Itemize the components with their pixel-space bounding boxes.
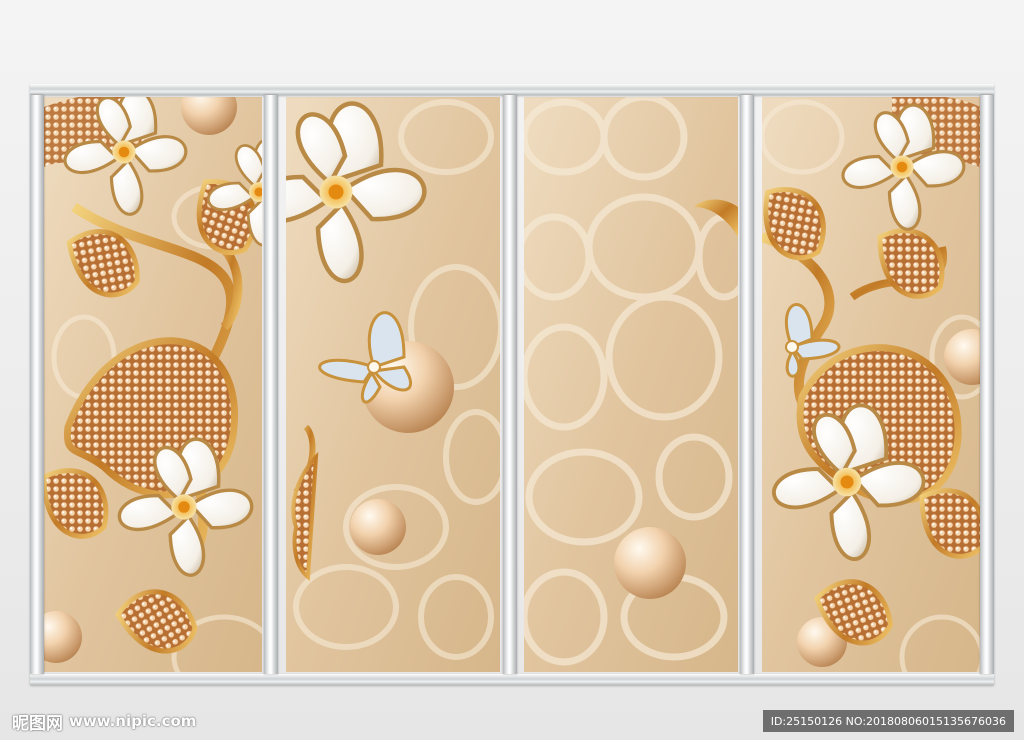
watermark-brand: 昵图网 bbox=[12, 713, 63, 734]
frame-post-4 bbox=[740, 95, 754, 674]
watermark-logo: 昵图网 www.nipic.com bbox=[12, 710, 197, 734]
frame-rail-top bbox=[30, 84, 994, 95]
frame-post-1 bbox=[30, 95, 44, 674]
frame-rail-bottom bbox=[30, 674, 994, 685]
wall-panel-3 bbox=[524, 97, 738, 672]
watermark-site: www.nipic.com bbox=[69, 712, 197, 730]
wall-panel-1 bbox=[44, 97, 262, 672]
frame-post-2 bbox=[264, 95, 278, 674]
frame-post-5 bbox=[980, 95, 994, 674]
image-id-label: ID:25150126 NO:20180806015135676036 bbox=[762, 710, 1014, 732]
frame-post-3 bbox=[503, 95, 517, 674]
wall-panel-2 bbox=[286, 97, 500, 672]
wall-panel-4 bbox=[762, 97, 980, 672]
